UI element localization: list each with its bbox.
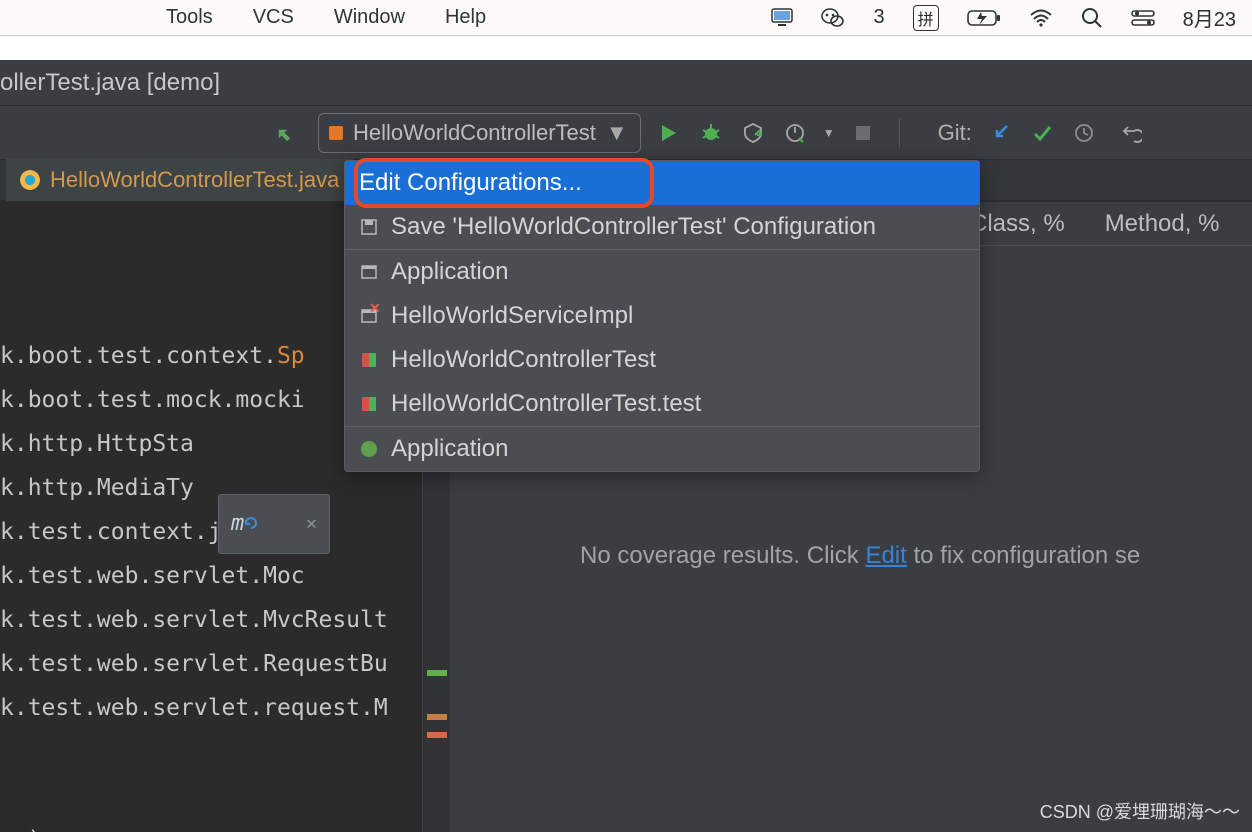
config-label: HelloWorldControllerTest [353, 120, 596, 146]
code-line: k.test.web.servlet.request.M [0, 695, 388, 721]
dd-label: Save 'HelloWorldControllerTest' Configur… [391, 213, 876, 241]
profile-icon[interactable] [781, 122, 809, 144]
file-tab[interactable]: HelloWorldControllerTest.java [6, 159, 354, 201]
dd-label: Application [391, 435, 508, 463]
mac-menubar: Tools VCS Window Help 3 拼 8月23 [0, 0, 1252, 36]
dd-service-impl[interactable]: ✕ HelloWorldServiceImpl [345, 294, 979, 338]
code-line: k.http.MediaTy [0, 475, 194, 501]
code-line: k.boot.test.context. [0, 343, 277, 369]
dd-application-1[interactable]: Application [345, 250, 979, 294]
dd-label: Edit Configurations... [359, 169, 582, 197]
cov-msg-prefix: No coverage results. Click [580, 542, 865, 569]
stop-icon[interactable] [849, 124, 877, 142]
dd-edit-configurations[interactable]: Edit Configurations... [345, 161, 979, 205]
mac-status-icons: 3 拼 8月23 [771, 3, 1236, 32]
dd-label: HelloWorldControllerTest.test [391, 390, 701, 418]
popup-m-icon: m [231, 502, 258, 546]
close-icon[interactable]: ✕ [306, 502, 317, 546]
code-highlight: Sp [277, 343, 305, 369]
menu-tools[interactable]: Tools [166, 6, 213, 29]
mac-menu-left: Tools VCS Window Help [16, 6, 486, 29]
menu-vcs[interactable]: VCS [253, 6, 294, 29]
window-title: ollerTest.java [demo] [0, 60, 1252, 106]
menu-help[interactable]: Help [445, 6, 486, 29]
dd-application-2[interactable]: Application [345, 427, 979, 471]
battery-icon[interactable] [967, 9, 1001, 27]
git-revert-icon[interactable] [1118, 123, 1146, 143]
git-pull-icon[interactable] [986, 123, 1014, 143]
col-class[interactable]: Class, % [970, 210, 1065, 238]
main-toolbar: HelloWorldControllerTest ▼ ▼ Git: [0, 106, 1252, 160]
code-line: k.test.web.servlet.Moc [0, 563, 305, 589]
dd-label: HelloWorldServiceImpl [391, 302, 633, 330]
search-icon[interactable] [1081, 7, 1103, 29]
git-commit-icon[interactable] [1028, 122, 1056, 144]
coverage-empty-message: No coverage results. Click Edit to fix c… [580, 542, 1140, 570]
code-line: k.http.HttpSta [0, 431, 194, 457]
app-icon [359, 262, 379, 282]
run-config-picker[interactable]: HelloWorldControllerTest ▼ [318, 113, 641, 153]
edit-link[interactable]: Edit [865, 542, 906, 569]
run-config-dropdown[interactable]: Edit Configurations... Save 'HelloWorldC… [344, 160, 980, 472]
title-text: ollerTest.java [demo] [0, 69, 220, 97]
run-icon[interactable] [655, 123, 683, 143]
watermark: CSDN @爱埋珊瑚海～～ [1040, 798, 1240, 824]
code-line: k.boot.test.mock.mocki [0, 387, 305, 413]
col-method[interactable]: Method, % [1105, 210, 1220, 238]
dd-controller-test-test[interactable]: HelloWorldControllerTest.test [345, 382, 979, 426]
build-icon[interactable] [270, 120, 298, 146]
file-tab-label: HelloWorldControllerTest.java [50, 167, 339, 193]
wifi-icon[interactable] [1029, 9, 1053, 27]
cov-msg-suffix: to fix configuration se [907, 542, 1140, 569]
config-type-icon [329, 126, 343, 140]
ime-icon[interactable]: 拼 [913, 5, 939, 31]
junit-icon [359, 350, 379, 370]
dd-label: HelloWorldControllerTest [391, 346, 656, 374]
wechat-count: 3 [873, 6, 884, 29]
app-error-icon: ✕ [359, 306, 379, 326]
code-brace: ) [28, 827, 42, 832]
dd-controller-test[interactable]: HelloWorldControllerTest [345, 338, 979, 382]
coverage-icon[interactable] [739, 122, 767, 144]
save-icon [359, 217, 379, 237]
dd-save-config[interactable]: Save 'HelloWorldControllerTest' Configur… [345, 205, 979, 249]
wechat-icon[interactable] [821, 7, 845, 29]
separator [899, 118, 900, 148]
dd-label: Application [391, 258, 508, 286]
menu-window[interactable]: Window [334, 6, 405, 29]
control-center-icon[interactable] [1131, 10, 1155, 26]
code-line: k.test.web.servlet.MvcResult [0, 607, 388, 633]
spring-icon [359, 439, 379, 459]
date-label[interactable]: 8月23 [1183, 3, 1236, 32]
code-line: k.test.web.servlet.RequestBu [0, 651, 388, 677]
monitor-icon[interactable] [771, 8, 793, 28]
code-line: ss [0, 827, 28, 832]
intention-popup[interactable]: m ✕ [218, 494, 330, 554]
junit-icon [359, 394, 379, 414]
debug-icon[interactable] [697, 122, 725, 144]
profile-dropdown-icon[interactable]: ▼ [823, 126, 835, 140]
git-label: Git: [938, 120, 972, 146]
test-target-icon [20, 170, 40, 190]
git-history-icon[interactable] [1070, 122, 1098, 144]
chevron-down-icon: ▼ [606, 120, 628, 146]
